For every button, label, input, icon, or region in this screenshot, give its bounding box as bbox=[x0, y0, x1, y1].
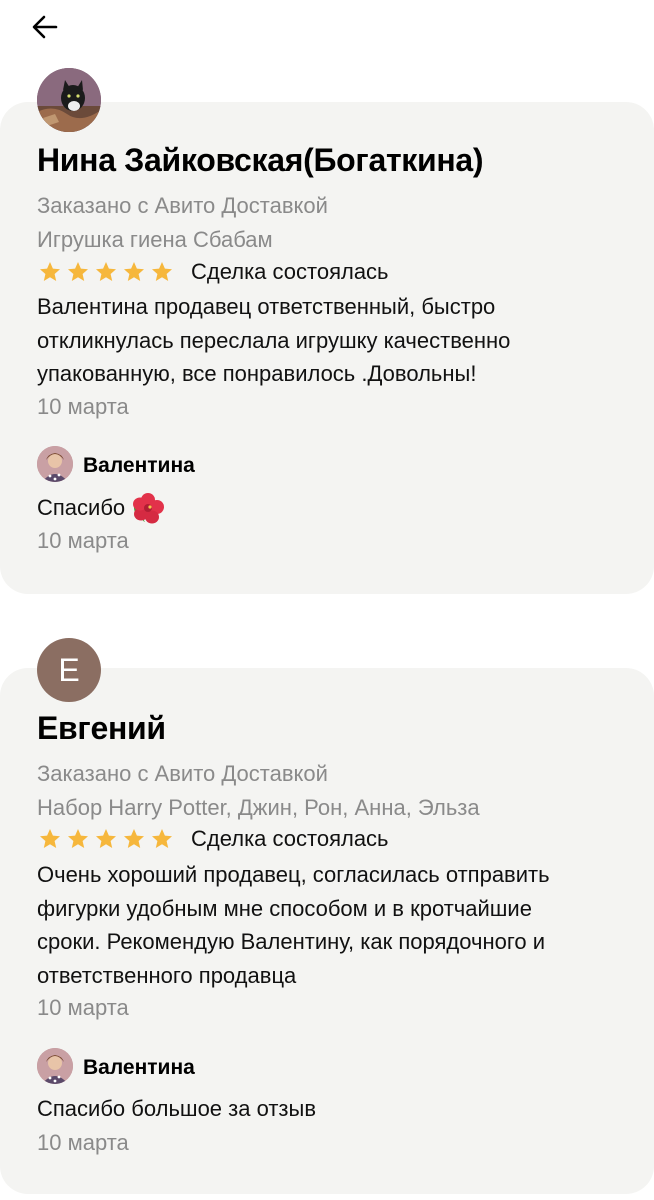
reply-text-content: Спасибо большое за отзыв bbox=[37, 1096, 317, 1121]
review-date: 10 марта bbox=[37, 394, 129, 419]
hibiscus-icon bbox=[133, 493, 165, 524]
reviewer-avatar[interactable]: Е bbox=[37, 638, 101, 702]
review-text: Очень хороший продавец, согласилась отпр… bbox=[37, 858, 627, 992]
star-icon bbox=[152, 262, 172, 281]
seller-avatar bbox=[37, 446, 73, 482]
star-icon bbox=[40, 829, 60, 848]
item-name: Набор Harry Potter, Джин, Рон, Анна, Эль… bbox=[37, 795, 480, 820]
deal-status: Сделка состоялась bbox=[191, 259, 389, 284]
review-text-line: откликнулась переслала игрушку качествен… bbox=[37, 327, 511, 353]
review-text-line: Валентина продавец ответственный, быстро bbox=[37, 294, 496, 319]
deal-status: Сделка состоялась bbox=[191, 826, 389, 851]
reply-author: Валентина bbox=[83, 1056, 195, 1079]
reviewer-avatar[interactable] bbox=[37, 68, 101, 132]
reply-author: Валентина bbox=[83, 454, 195, 477]
arrow-left-icon bbox=[32, 15, 58, 39]
reply-text: Спасибо большое за отзыв bbox=[37, 1094, 316, 1124]
review-text-line: ответственного продавца bbox=[37, 962, 297, 988]
review-text: Валентина продавец ответственный, быстро… bbox=[37, 290, 627, 391]
star-icon bbox=[124, 262, 144, 281]
seller-avatar bbox=[37, 1048, 73, 1084]
star-icon bbox=[152, 829, 172, 848]
avatar-letter: Е bbox=[58, 651, 80, 688]
review-date: 10 марта bbox=[37, 995, 129, 1020]
reply-text: Спасибо bbox=[37, 492, 165, 524]
star-rating bbox=[37, 827, 175, 851]
cat-photo-avatar bbox=[37, 68, 101, 132]
reply-date: 10 марта bbox=[37, 528, 129, 553]
seller-photo-avatar bbox=[37, 446, 73, 482]
reviewer-name: Нина Зайковская(Богаткина) bbox=[37, 142, 484, 178]
seller-photo-avatar bbox=[37, 1048, 73, 1084]
delivery-label: Заказано с Авито Доставкой bbox=[37, 761, 328, 786]
reply-text-content: Спасибо bbox=[37, 495, 126, 520]
back-button[interactable] bbox=[30, 12, 70, 48]
star-icon bbox=[96, 829, 116, 848]
reviewer-name: Евгений bbox=[37, 710, 166, 746]
star-icon bbox=[68, 262, 88, 281]
review-text-line: упакованную, все понравилось .Довольны! bbox=[37, 361, 477, 386]
star-icon bbox=[68, 829, 88, 848]
review-text-line: фигурки удобным мне способом и в кротчай… bbox=[37, 895, 532, 921]
review-text-line: Очень хороший продавец, согласилась отпр… bbox=[37, 862, 550, 887]
item-name: Игрушка гиена Сбабам bbox=[37, 227, 273, 252]
reply-date: 10 марта bbox=[37, 1130, 129, 1155]
delivery-label: Заказано с Авито Доставкой bbox=[37, 193, 328, 218]
review-text-line: сроки. Рекомендую Валентину, как порядоч… bbox=[37, 929, 546, 954]
star-icon bbox=[40, 262, 60, 281]
star-rating bbox=[37, 260, 175, 284]
rating-row: Сделка состоялась bbox=[37, 826, 389, 852]
star-icon bbox=[96, 262, 116, 281]
rating-row: Сделка состоялась bbox=[37, 259, 389, 285]
star-icon bbox=[124, 829, 144, 848]
